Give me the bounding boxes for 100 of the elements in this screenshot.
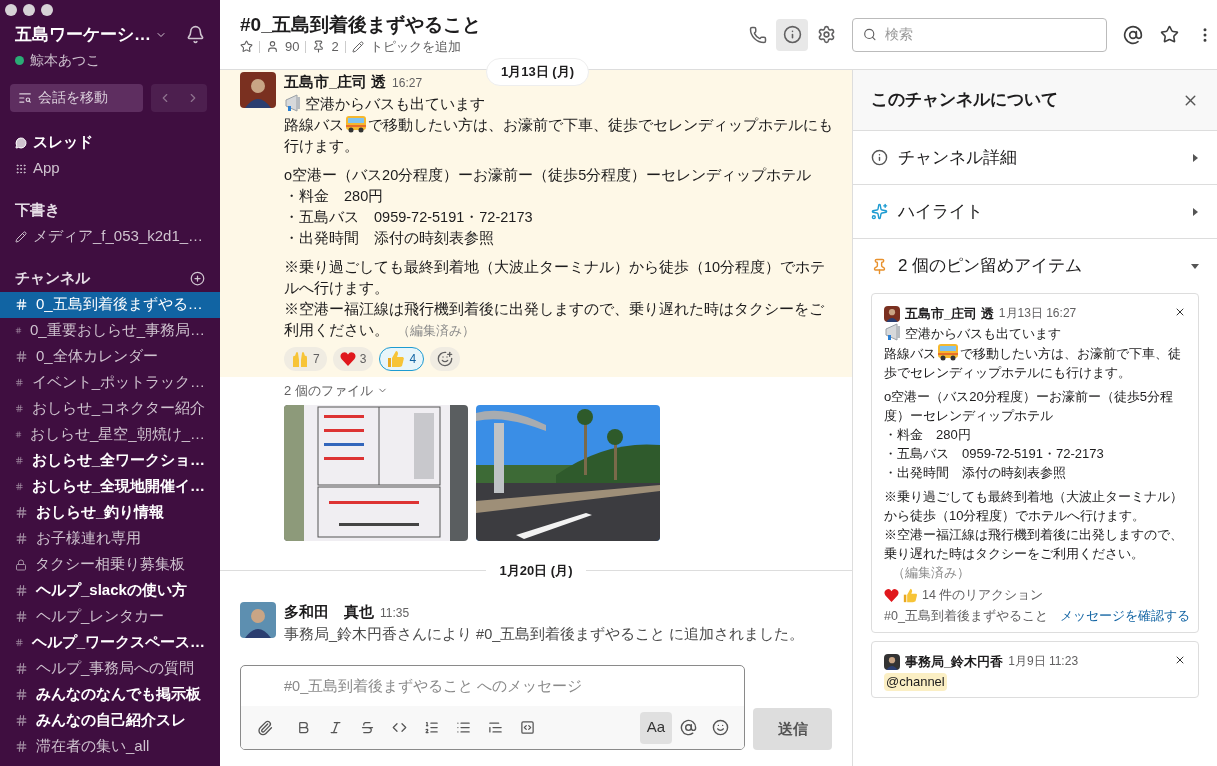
pin-icon bbox=[871, 257, 888, 275]
mention-tag[interactable]: @channel bbox=[884, 673, 947, 691]
jump-button[interactable]: 会話を移動 bbox=[10, 83, 143, 112]
channel-item[interactable]: おしらせ_釣り情報 bbox=[0, 499, 220, 526]
message-text: ・料金 280円 bbox=[284, 187, 385, 206]
message-text: 路線バス で移動したい方は、お濠前で下車、徒歩でセレンディップホテルにも行けます。 bbox=[884, 343, 1186, 382]
hash-icon bbox=[15, 714, 28, 727]
channel-item[interactable]: おしらせ_全ワークショ… bbox=[0, 447, 220, 474]
panel-section[interactable]: ハイライト bbox=[853, 185, 1217, 239]
message-text: o空港ー（バス20分程度）ーお濠前ー（徒歩5分程度）ーセレンディップホテル bbox=[284, 166, 813, 185]
author-name[interactable]: 事務局_鈴木円香 bbox=[905, 652, 1004, 671]
message-text: ※乗り過ごしても最終到着地（大波止ターミナル）から徒歩（10分程度）でホテルへ行けます。 bbox=[884, 488, 1184, 525]
channel-item[interactable]: 0_重要おしらせ_事務局… bbox=[0, 317, 220, 344]
pin-count[interactable]: 2 bbox=[331, 36, 339, 57]
panel-title: このチャンネルについて bbox=[871, 89, 1058, 112]
hash-icon bbox=[15, 454, 24, 467]
heart-icon bbox=[339, 351, 356, 367]
author-name[interactable]: 五島市_庄司 透 bbox=[905, 304, 994, 323]
hash-icon bbox=[15, 428, 22, 441]
add-reaction-button[interactable] bbox=[430, 347, 461, 371]
view-message-link[interactable]: メッセージを確認する bbox=[1059, 607, 1190, 626]
channel-item[interactable]: ヘルプ_事務局への質問 bbox=[0, 655, 220, 682]
channel-item[interactable]: ヘルプ_ワークスペース… bbox=[0, 629, 220, 656]
message-text: ・出発時間 添付の時刻表参照 bbox=[884, 464, 1067, 482]
channel-item[interactable]: ヘルプ_slackの使い方 bbox=[0, 577, 220, 604]
channel-item[interactable]: 滞在者の集い_all bbox=[0, 733, 220, 760]
hash-icon bbox=[15, 532, 28, 545]
window-control-icon[interactable] bbox=[41, 4, 53, 16]
author-name[interactable]: 五島市_庄司 透 bbox=[284, 72, 387, 93]
search-input[interactable]: 検索 bbox=[884, 24, 1096, 45]
message-text: ・料金 280円 bbox=[884, 426, 972, 444]
pinned-card[interactable] bbox=[871, 293, 1199, 633]
avatar bbox=[240, 72, 276, 108]
channel-item[interactable]: お子様連れ専用 bbox=[0, 525, 220, 552]
panel-section[interactable]: チャンネル詳細 bbox=[853, 131, 1217, 185]
channel-name[interactable]: #0_五島到着後まずやること bbox=[884, 607, 1048, 626]
channel-item[interactable]: おしらせ_全現地開催イ… bbox=[0, 473, 220, 500]
avatar bbox=[240, 602, 276, 638]
author-name[interactable]: 多和田 真也 bbox=[284, 602, 374, 623]
window-control-icon[interactable] bbox=[5, 4, 17, 16]
hash-icon bbox=[15, 298, 28, 311]
channel-item[interactable]: ヘルプ_レンタカー bbox=[0, 603, 220, 630]
raised-hands-icon bbox=[291, 350, 309, 368]
section-label: チャンネル詳細 bbox=[898, 146, 1018, 169]
section-heading[interactable]: 下書き bbox=[0, 197, 220, 224]
search-field[interactable]: 検索 bbox=[852, 17, 1107, 52]
topic-link[interactable]: トピックを追加 bbox=[369, 36, 461, 57]
date-pill[interactable]: 1月13日 (月) bbox=[486, 58, 589, 86]
add-icon[interactable] bbox=[190, 271, 205, 286]
panel-section[interactable]: 2 個のピン留めアイテム bbox=[853, 239, 1217, 293]
message-text: 空港からバスも出ています bbox=[284, 94, 838, 115]
channel-item[interactable]: タクシー相乗り募集板 bbox=[0, 551, 220, 578]
reaction-summary[interactable]: 14 件のリアクション bbox=[922, 586, 1044, 605]
sidebar-item[interactable]: メディア_f_053_k2d1_… bbox=[0, 223, 220, 250]
format-toggle[interactable]: Aa bbox=[639, 711, 672, 744]
section-heading[interactable]: チャンネル bbox=[15, 267, 90, 290]
channel-item[interactable]: 0_全体カレンダー bbox=[0, 343, 220, 370]
message-text: ・五島バス 0959-72-5191・72-2173 bbox=[884, 445, 1105, 463]
sidebar-item[interactable]: スレッド bbox=[0, 129, 220, 156]
reaction-chip[interactable]: 3 bbox=[332, 347, 374, 371]
timestamp[interactable]: 11:35 bbox=[380, 603, 410, 624]
member-count[interactable]: 90 bbox=[285, 36, 300, 57]
reaction-chip[interactable]: 7 bbox=[284, 347, 327, 371]
timestamp[interactable]: 16:27 bbox=[392, 73, 423, 94]
message-input[interactable]: #0_五島到着後まずやること へのメッセージ bbox=[241, 666, 744, 706]
files-label[interactable]: 2 個のファイル bbox=[284, 381, 373, 401]
channel-item[interactable]: 0_五島到着後まずやる… bbox=[0, 291, 220, 318]
message-text: ・出発時間 添付の時刻表参照 bbox=[284, 229, 495, 248]
bus-icon bbox=[345, 115, 367, 133]
info-icon[interactable] bbox=[776, 18, 808, 51]
channel-item[interactable]: みんなのなんでも掲示板 bbox=[0, 681, 220, 708]
message-composer[interactable]: #0_五島到着後まずやること へのメッセージ Aa bbox=[240, 665, 745, 750]
workspace-name[interactable]: 五島ワーケーシ… bbox=[15, 22, 151, 48]
sidebar-item[interactable]: App bbox=[0, 155, 220, 182]
thumbs-up-icon bbox=[387, 350, 406, 368]
pencil-icon bbox=[15, 230, 27, 243]
message-text: ※空港ー福江線は飛行機到着後に出発しますので、乗り遅れた時はタクシーをご利用ください。 （編集済み） bbox=[884, 526, 1184, 582]
channel-item[interactable]: おしらせ_コネクター紹介 bbox=[0, 395, 220, 422]
bell-icon[interactable] bbox=[186, 25, 205, 45]
hash-icon bbox=[15, 506, 28, 519]
avatar bbox=[884, 653, 900, 670]
channel-item[interactable]: イベント_ポットラック… bbox=[0, 369, 220, 396]
caret-right-icon bbox=[1191, 153, 1199, 162]
pencil-icon bbox=[351, 40, 364, 53]
date-divider[interactable]: 1月20日 (月) bbox=[485, 560, 587, 580]
section-label: 2 個のピン留めアイテム bbox=[898, 255, 1084, 278]
channel-item[interactable]: おしらせ_星空_朝焼け_… bbox=[0, 421, 220, 448]
channel-title[interactable]: #0_五島到着後まずやること bbox=[240, 12, 481, 37]
hash-icon bbox=[15, 636, 24, 649]
star-icon[interactable] bbox=[240, 40, 253, 53]
pinned-card[interactable]: 事務局_鈴木円香 1月9日 11:23 @channel bbox=[871, 641, 1199, 698]
timestamp: 1月9日 11:23 bbox=[1008, 653, 1079, 670]
send-button[interactable]: 送信 bbox=[753, 708, 832, 750]
channel-item[interactable]: みんなの自己紹介スレ bbox=[0, 707, 220, 734]
reaction-chip[interactable]: 4 bbox=[379, 347, 425, 371]
close-icon[interactable] bbox=[1174, 306, 1186, 318]
message-text: ・五島バス 0959-72-5191・72-2173 bbox=[284, 208, 534, 227]
window-control-icon[interactable] bbox=[23, 4, 35, 16]
close-icon[interactable] bbox=[1174, 654, 1186, 666]
search-icon bbox=[863, 27, 877, 42]
